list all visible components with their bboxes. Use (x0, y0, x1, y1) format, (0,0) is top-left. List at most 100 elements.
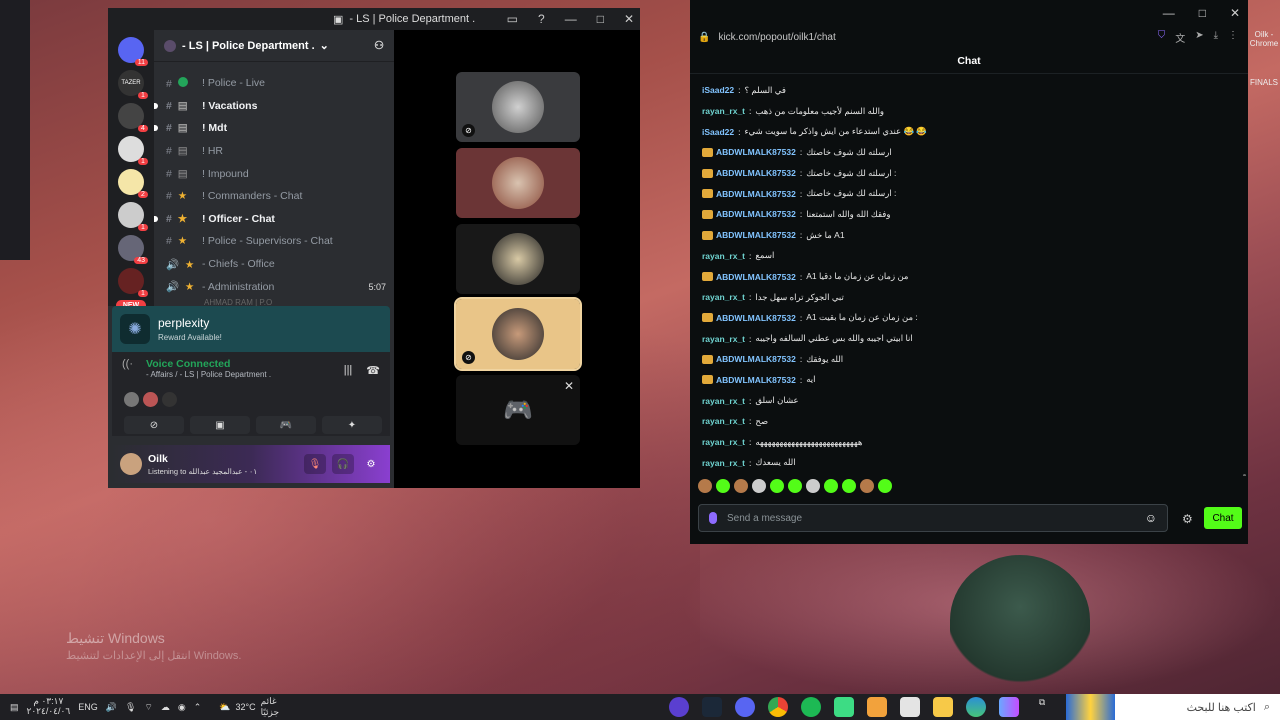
address-bar[interactable]: 🔒 kick.com/popout/oilk1/chat ⛉ 文 ➤ ⤓ ⋮ (690, 26, 1248, 48)
avatar[interactable] (120, 453, 142, 475)
chat-username[interactable]: rayan_rx_t (702, 334, 745, 344)
taskbar-search[interactable]: اكتب هنا للبحث ⌕ (1114, 694, 1280, 720)
chrome-shortcut-label[interactable]: Oilk - Chrome (1248, 30, 1280, 48)
network-icon[interactable]: ⌔ (144, 702, 152, 713)
guild-7[interactable]: 1 (118, 268, 148, 297)
emote[interactable] (806, 479, 820, 493)
chat-input[interactable]: Send a message ☺ (698, 504, 1168, 532)
scrollbar[interactable] (1243, 474, 1246, 476)
deafen-icon[interactable]: 🎧 (332, 454, 354, 474)
store-icon[interactable] (900, 697, 921, 717)
mic-icon[interactable] (709, 512, 717, 524)
screen-share-button[interactable]: ▣ (190, 416, 250, 434)
channel-item[interactable]: # ▤ ! Impound (154, 162, 394, 185)
mute-icon[interactable]: 🎙 (304, 454, 326, 474)
channel-item[interactable]: # ! Police - Live (154, 72, 394, 95)
guild-tazer[interactable]: TAZER 1 (118, 70, 148, 99)
notifications-icon[interactable]: ▤ (10, 702, 19, 713)
emote[interactable] (698, 479, 712, 493)
steam-icon[interactable] (702, 697, 723, 717)
participant-tile[interactable] (456, 148, 580, 218)
emoji-icon[interactable]: ☺ (1145, 511, 1157, 525)
chat-username[interactable]: ABDWLMALK87532 (716, 147, 796, 157)
guild-5[interactable]: 1 (118, 202, 148, 231)
app-icon[interactable] (669, 697, 690, 717)
chevron-up-icon[interactable]: ⌃ (194, 702, 202, 713)
chat-username[interactable]: rayan_rx_t (702, 106, 745, 116)
activity-button[interactable]: 🎮 (256, 416, 316, 434)
discord-icon[interactable] (735, 697, 756, 717)
participant-tile-speaking[interactable]: ⊘ (454, 297, 582, 371)
app-icon[interactable] (834, 697, 855, 717)
app-icon[interactable] (867, 697, 888, 717)
guild-dm[interactable]: 11 (118, 37, 148, 66)
chat-username[interactable]: ABDWLMALK87532 (716, 230, 796, 240)
maximize-icon[interactable]: □ (1199, 6, 1206, 20)
chat-username[interactable]: rayan_rx_t (702, 292, 745, 302)
chat-username[interactable]: ABDWLMALK87532 (716, 168, 796, 178)
download-icon[interactable]: ⤓ (1214, 30, 1218, 45)
language-indicator[interactable]: ENG (78, 702, 98, 712)
channel-item[interactable]: 🔊 ★ - Chiefs - Office (154, 253, 394, 276)
guild-3[interactable]: 1 (118, 136, 148, 165)
channel-item[interactable]: # ★ ! Officer - Chat (154, 208, 394, 231)
emote[interactable] (734, 479, 748, 493)
add-member-icon[interactable]: ⚇ (374, 39, 384, 52)
spotify-icon[interactable] (801, 697, 822, 717)
chat-username[interactable]: ABDWLMALK87532 (716, 272, 796, 282)
inbox-icon[interactable]: ▭ (507, 12, 518, 26)
noise-suppression-icon[interactable]: ||| (344, 364, 353, 377)
maximize-icon[interactable]: □ (597, 12, 604, 26)
help-icon[interactable]: ? (538, 12, 545, 26)
chat-username[interactable]: ABDWLMALK87532 (716, 189, 796, 199)
promo-banner[interactable] (1066, 694, 1115, 720)
chat-username[interactable]: rayan_rx_t (702, 458, 745, 468)
emote[interactable] (878, 479, 892, 493)
extension-icon[interactable]: ⛉ (1158, 30, 1166, 45)
chat-username[interactable]: rayan_rx_t (702, 251, 745, 261)
guild-6[interactable]: 43 (118, 235, 148, 264)
signal-icon[interactable]: ((· (122, 358, 146, 370)
channel-item[interactable]: 🔊 ★ - Administration 5:07 (154, 275, 394, 298)
participant-tile[interactable]: ⊘ (456, 72, 580, 142)
edge-icon[interactable] (966, 697, 987, 717)
task-view-icon[interactable]: ⧉ (1032, 697, 1052, 717)
chat-username[interactable]: iSaad22 (702, 127, 734, 137)
perplexity-banner[interactable]: ✺ perplexity Reward Available! (112, 306, 390, 352)
chat-username[interactable]: ABDWLMALK87532 (716, 354, 796, 364)
emote[interactable] (716, 479, 730, 493)
channel-item[interactable]: # ▤ ! Vacations (154, 95, 394, 118)
emote[interactable] (788, 479, 802, 493)
chat-username[interactable]: rayan_rx_t (702, 437, 745, 447)
guild-4[interactable]: 2 (118, 169, 148, 198)
settings-gear-icon[interactable]: ⚙ (360, 454, 382, 474)
minimize-icon[interactable]: — (1163, 6, 1175, 20)
chat-username[interactable]: ABDWLMALK87532 (716, 375, 796, 385)
finals-shortcut-label[interactable]: FINALS (1248, 78, 1280, 87)
clock-date[interactable]: ٢٠٢٤/٠٤/٠٦ (27, 706, 71, 717)
chat-username[interactable]: ABDWLMALK87532 (716, 209, 796, 219)
server-header[interactable]: - LS | Police Department . ⌄ ⚇ (154, 30, 394, 62)
chat-username[interactable]: iSaad22 (702, 85, 734, 95)
chat-username[interactable]: rayan_rx_t (702, 416, 745, 426)
close-icon[interactable]: ✕ (1230, 6, 1240, 20)
send-chat-button[interactable]: Chat (1204, 507, 1242, 529)
chrome-icon[interactable] (768, 697, 789, 717)
settings-gear-icon[interactable]: ⚙ (1182, 512, 1193, 526)
close-icon[interactable]: ✕ (624, 12, 634, 26)
record-icon[interactable]: ◉ (178, 702, 186, 713)
activity-tile[interactable]: 🎮 ✕ (456, 375, 580, 445)
weather-widget[interactable]: ⛅ 32°C غائم جزئيًا (219, 696, 289, 718)
mic-icon[interactable]: 🎙 (125, 702, 136, 713)
channel-item[interactable]: # ▤ ! HR (154, 140, 394, 163)
emote[interactable] (824, 479, 838, 493)
close-icon[interactable]: ✕ (564, 379, 574, 393)
menu-icon[interactable]: ⋮ (1228, 30, 1238, 45)
emote[interactable] (842, 479, 856, 493)
chat-username[interactable]: ABDWLMALK87532 (716, 313, 796, 323)
cloud-icon[interactable]: ☁ (161, 702, 170, 713)
translate-icon[interactable]: 文 (1175, 30, 1185, 45)
chat-username[interactable]: rayan_rx_t (702, 396, 745, 406)
minimize-icon[interactable]: — (565, 12, 577, 26)
camera-off-button[interactable]: ⊘ (124, 416, 184, 434)
